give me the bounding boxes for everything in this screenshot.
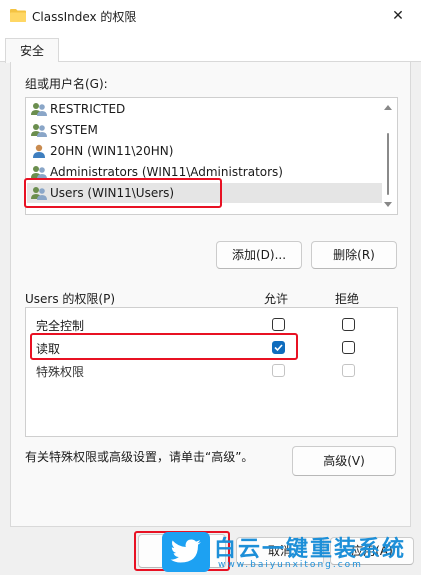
single-user-icon	[33, 144, 45, 158]
close-icon: ✕	[392, 8, 404, 24]
advanced-button[interactable]: 高级(V)	[292, 446, 396, 476]
deny-full-control-checkbox[interactable]	[342, 318, 355, 331]
close-button[interactable]: ✕	[375, 0, 421, 32]
group-users-icon	[31, 124, 47, 137]
group-users-icon	[31, 103, 47, 116]
tab-strip: 安全	[0, 32, 421, 63]
permission-full-control: 完全控制	[36, 319, 85, 333]
highlight-read-row	[30, 333, 298, 360]
list-item-20hn[interactable]: 20HN (WIN11\20HN)	[27, 141, 382, 161]
list-item-system[interactable]: SYSTEM	[27, 120, 382, 140]
remove-button[interactable]: 删除(R)	[311, 241, 397, 269]
vertical-scrollbar[interactable]	[380, 99, 396, 213]
add-button[interactable]: 添加(D)...	[216, 241, 302, 269]
deny-column-header: 拒绝	[335, 292, 360, 306]
scroll-down-icon[interactable]	[384, 202, 392, 207]
tab-security[interactable]: 安全	[5, 38, 59, 63]
groups-label: 组或用户名(G):	[25, 77, 108, 91]
title-bar: ClassIndex 的权限 ✕	[0, 0, 421, 32]
permission-special: 特殊权限	[36, 365, 85, 379]
highlight-users-row	[24, 178, 222, 208]
group-users-icon	[31, 166, 47, 179]
folder-icon	[10, 9, 26, 22]
scrollbar-thumb[interactable]	[387, 133, 389, 195]
allow-column-header: 允许	[264, 292, 289, 306]
twitter-bird-logo	[162, 532, 210, 572]
list-item-restricted[interactable]: RESTRICTED	[27, 99, 382, 119]
advanced-hint: 有关特殊权限或高级设置，请单击“高级”。	[25, 450, 254, 464]
bird-icon	[170, 539, 201, 563]
allow-special-checkbox	[272, 364, 285, 377]
deny-special-checkbox	[342, 364, 355, 377]
permissions-list: 完全控制 读取 特殊权限	[25, 307, 398, 437]
window-title: ClassIndex 的权限	[32, 10, 137, 24]
allow-full-control-checkbox[interactable]	[272, 318, 285, 331]
permissions-label: Users 的权限(P)	[25, 292, 116, 306]
scroll-up-icon[interactable]	[384, 105, 392, 110]
watermark-url: www.baiyunxitong.com	[218, 560, 363, 570]
deny-read-checkbox[interactable]	[342, 341, 355, 354]
watermark-text: 白云一键重装系统	[214, 537, 407, 562]
